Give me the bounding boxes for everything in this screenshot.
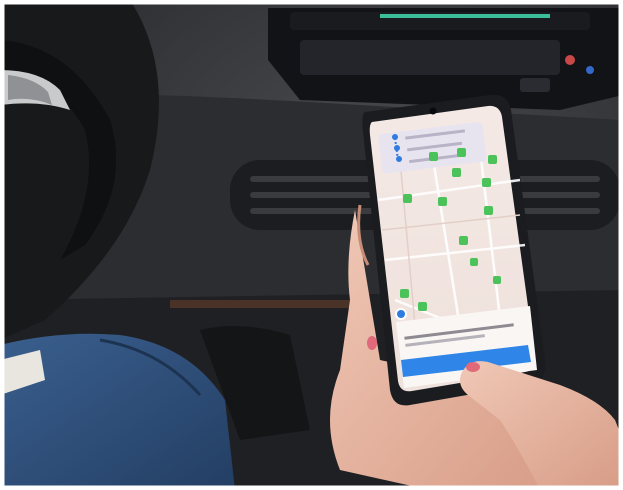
charger-marker-icon[interactable] (403, 194, 412, 203)
scene-photo (0, 0, 623, 490)
charger-marker-icon[interactable] (452, 168, 461, 177)
charger-marker-icon[interactable] (470, 258, 478, 266)
charger-marker-icon[interactable] (459, 236, 468, 245)
route-end-icon (396, 156, 402, 162)
painted-fingernail (466, 362, 480, 372)
charger-marker-icon[interactable] (482, 178, 491, 187)
charger-marker-icon[interactable] (493, 276, 501, 284)
charger-marker-icon[interactable] (400, 289, 409, 298)
charger-marker-icon[interactable] (457, 148, 466, 157)
charger-marker-icon[interactable] (484, 206, 493, 215)
route-start-icon (392, 134, 398, 140)
holding-hand-nail (367, 336, 377, 350)
photo-frame (0, 0, 623, 490)
route-waypoint-icon (394, 145, 400, 151)
charger-marker-icon[interactable] (429, 152, 438, 161)
current-location-icon[interactable] (395, 308, 407, 320)
infotainment-display (268, 8, 623, 110)
charger-marker-icon[interactable] (418, 302, 427, 311)
trim-strip (170, 300, 370, 308)
front-camera (429, 107, 437, 115)
charger-marker-icon[interactable] (488, 155, 497, 164)
charger-marker-icon[interactable] (438, 197, 447, 206)
